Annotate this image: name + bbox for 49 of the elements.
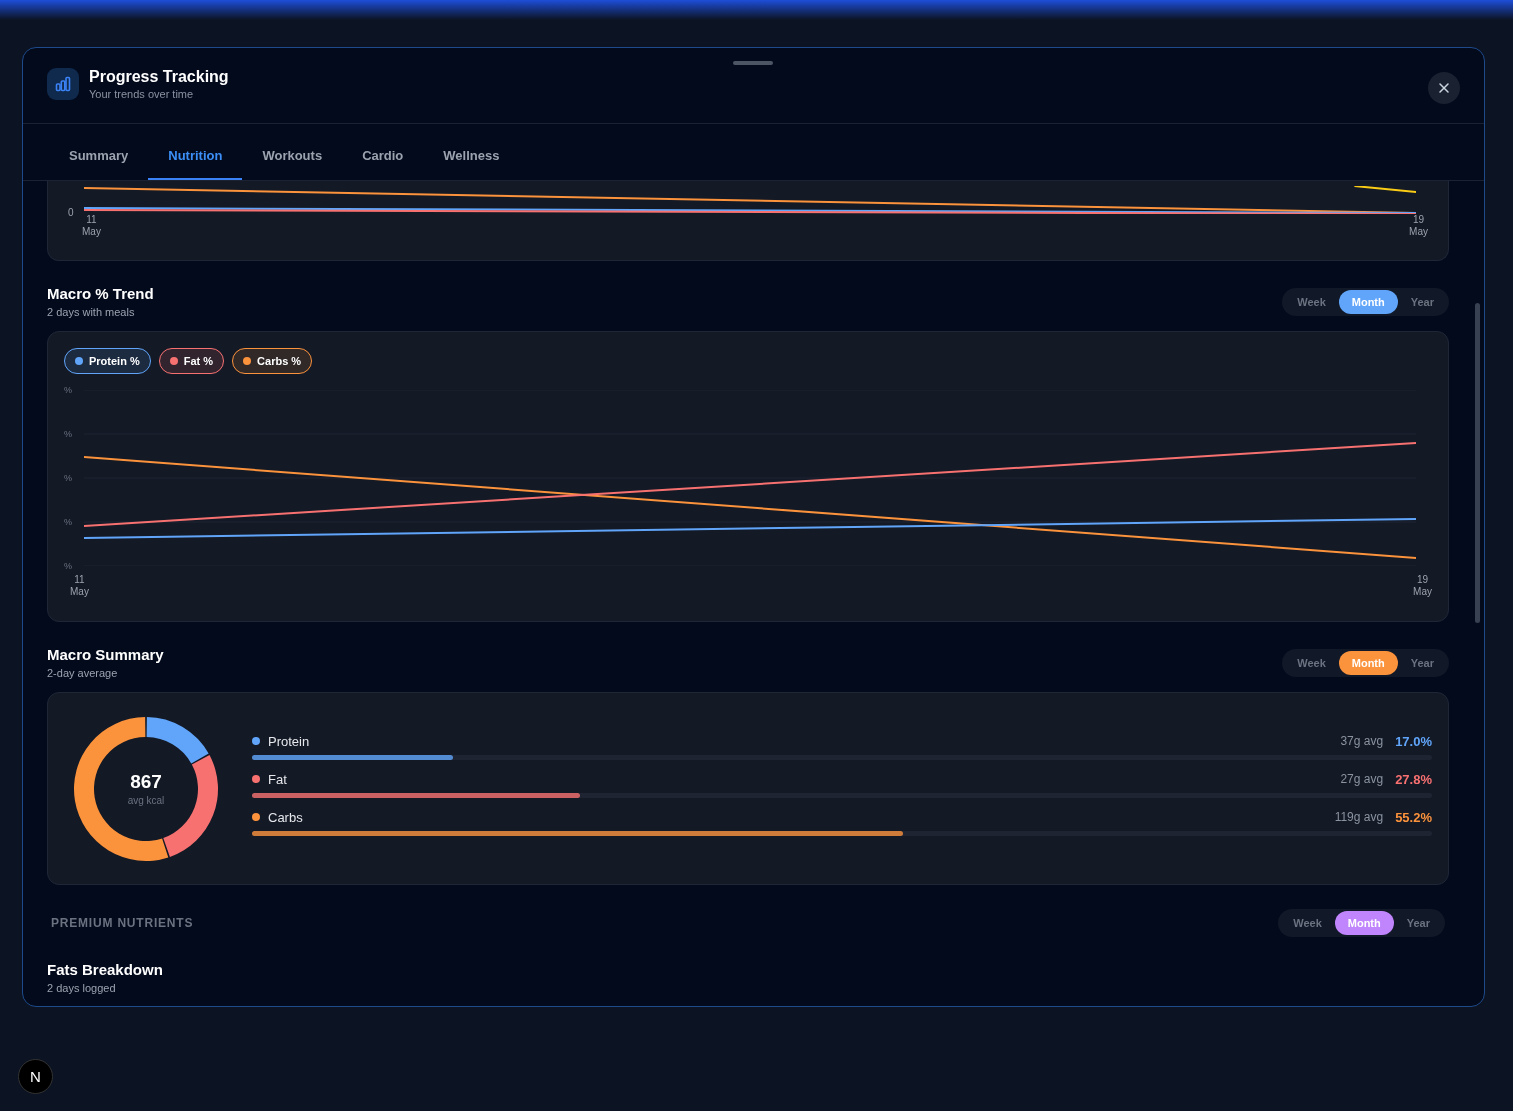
- section-title: Macro % Trend: [47, 285, 154, 302]
- macro-grams: 37g avg: [1340, 734, 1384, 748]
- axis-label: %: [64, 384, 73, 396]
- section-subtitle: 2 days logged: [47, 982, 117, 994]
- close-button[interactable]: [1428, 71, 1460, 104]
- axis-label: 11 May: [82, 214, 101, 238]
- macro-percent: 17.0%: [1395, 733, 1432, 749]
- bar-chart-icon: [47, 68, 79, 100]
- macro-percent: 55.2%: [1395, 809, 1432, 825]
- section-title: Fats Breakdown: [47, 961, 164, 978]
- donut-caption: avg kcal: [127, 795, 165, 806]
- period-option[interactable]: Week: [1284, 289, 1339, 314]
- macro-name: Fat: [268, 771, 288, 787]
- tab[interactable]: Cardio: [342, 124, 424, 180]
- section-label: PREMIUM NUTRIENTS: [51, 916, 194, 930]
- section-title: Macro Summary: [47, 646, 164, 663]
- close-icon: [1438, 81, 1450, 94]
- tab[interactable]: Summary: [49, 124, 149, 180]
- legend-chip[interactable]: Protein %: [64, 348, 151, 374]
- section-subtitle: 2 days with meals: [47, 306, 136, 318]
- axis-label: %: [64, 428, 73, 440]
- legend-chip[interactable]: Carbs %: [232, 348, 313, 374]
- axis-label: %: [64, 560, 73, 572]
- axis-label: %: [64, 516, 73, 528]
- axis-label: 0: [68, 207, 74, 219]
- period-option[interactable]: Year: [1397, 650, 1447, 675]
- axis-label: 19 May: [1413, 574, 1432, 598]
- window-title: Progress Tracking: [89, 68, 230, 86]
- drag-handle[interactable]: [733, 61, 773, 65]
- axis-label: 19 May: [1409, 214, 1428, 238]
- period-option[interactable]: Week: [1284, 650, 1339, 675]
- tab[interactable]: Workouts: [242, 124, 343, 180]
- dev-badge[interactable]: N: [18, 1059, 53, 1094]
- period-option[interactable]: Year: [1397, 289, 1447, 314]
- scrollbar-thumb[interactable]: [1475, 303, 1480, 623]
- macro-name: Protein: [268, 733, 311, 749]
- macro-grams: 119g avg: [1334, 810, 1384, 824]
- period-option[interactable]: Week: [1280, 911, 1335, 935]
- tab[interactable]: Wellness: [423, 124, 520, 180]
- macro-grams: 27g avg: [1340, 772, 1384, 786]
- section-subtitle: 2-day average: [47, 667, 119, 679]
- period-option[interactable]: Year: [1393, 911, 1443, 935]
- axis-label: 11 May: [70, 574, 89, 598]
- axis-label: %: [64, 472, 73, 484]
- legend-chip[interactable]: Fat %: [158, 348, 225, 374]
- donut-value: 867: [130, 771, 162, 793]
- window-subtitle: Your trends over time: [89, 88, 195, 100]
- macro-name: Carbs: [268, 809, 304, 825]
- macro-percent: 27.8%: [1395, 771, 1432, 787]
